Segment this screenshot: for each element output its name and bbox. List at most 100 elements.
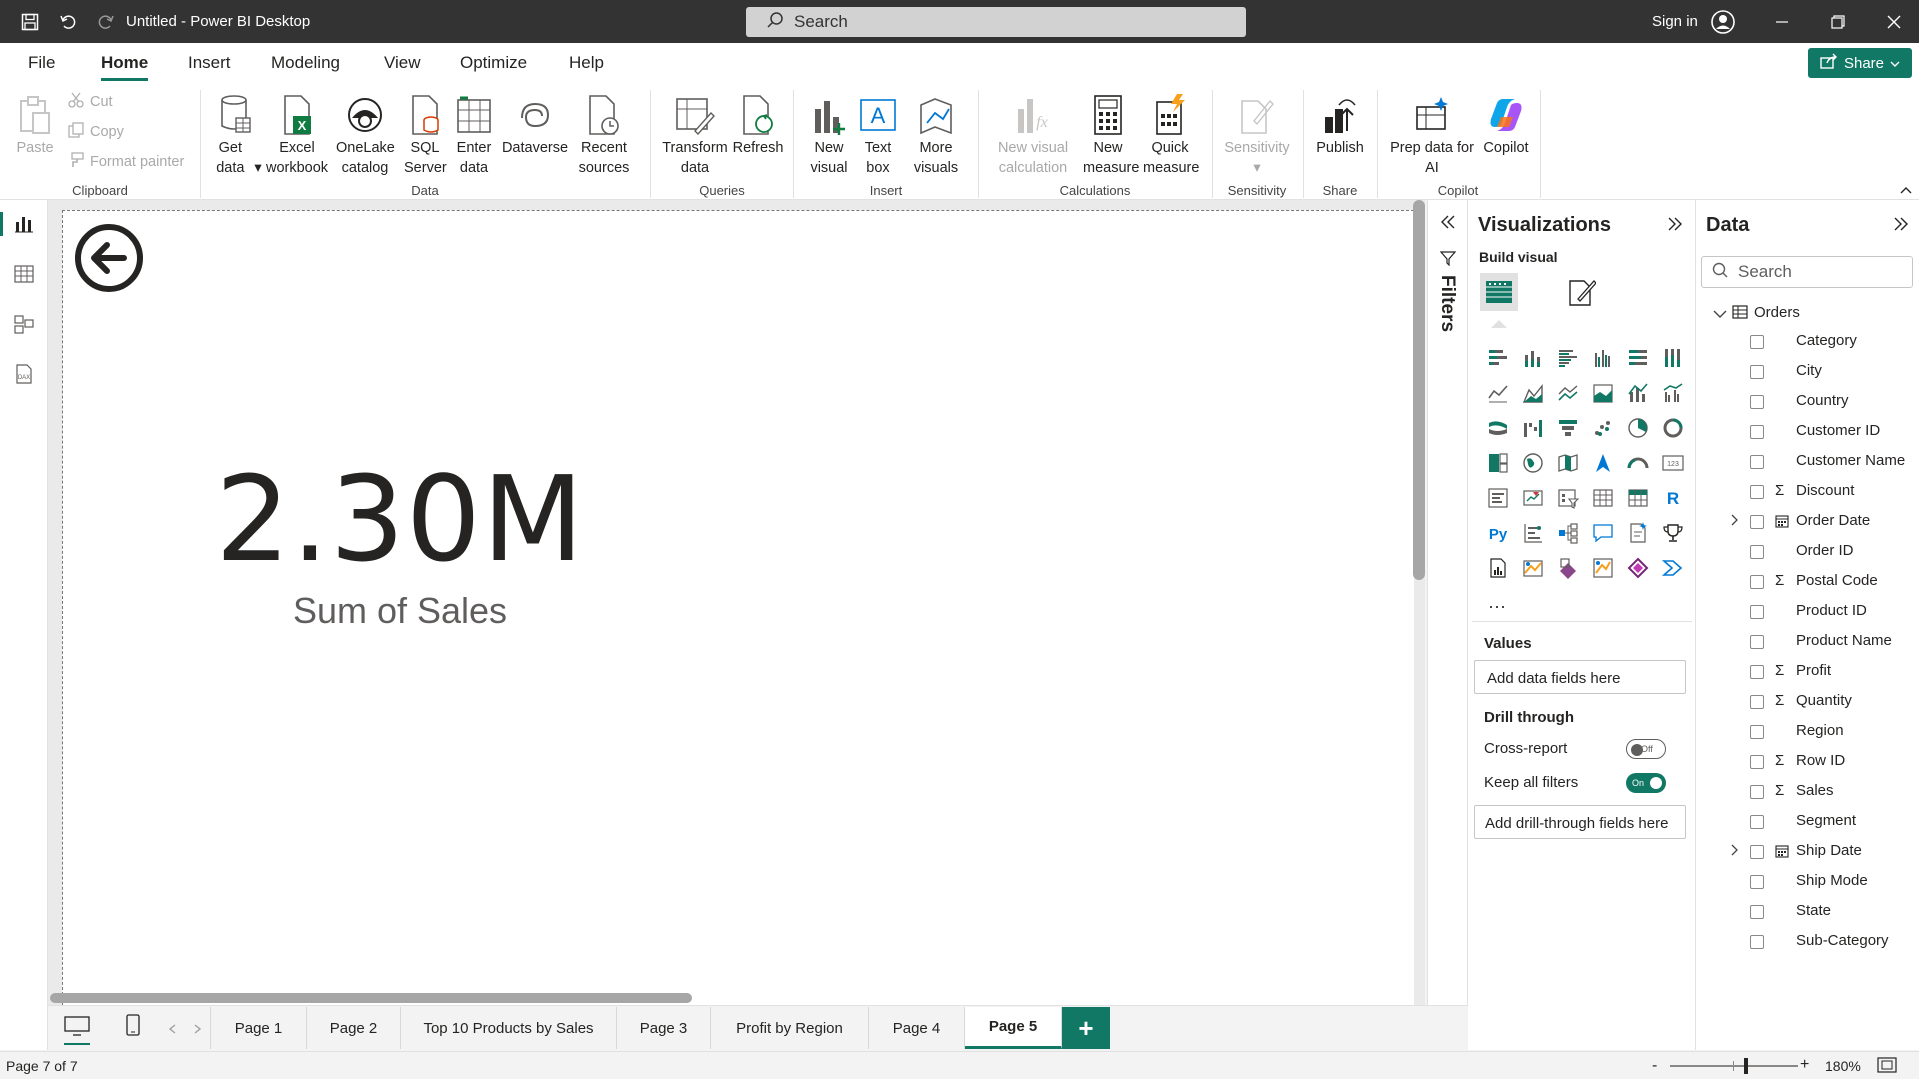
r-script-visual-icon[interactable]: R: [1655, 480, 1690, 515]
data-search-input[interactable]: Search: [1701, 256, 1913, 288]
power-apps-diamond-icon[interactable]: [1620, 550, 1655, 585]
field-checkbox[interactable]: [1750, 545, 1764, 559]
kpi-icon[interactable]: [1515, 480, 1550, 515]
drill-through-field-well[interactable]: Add drill-through fields here: [1474, 805, 1686, 839]
field-name[interactable]: Product Name: [1796, 632, 1892, 649]
save-icon[interactable]: [18, 10, 42, 34]
new-measure-button[interactable]: New measure: [1082, 94, 1139, 178]
field-checkbox[interactable]: [1750, 485, 1764, 499]
share-button[interactable]: Share: [1808, 48, 1912, 78]
field-name[interactable]: Segment: [1796, 812, 1856, 829]
collapse-visualizations-icon[interactable]: [1667, 217, 1683, 234]
menu-view[interactable]: View: [384, 53, 421, 73]
line-chart-icon[interactable]: [1480, 375, 1515, 410]
100-stacked-column-chart-icon[interactable]: [1655, 340, 1690, 375]
new-visual-calculation-button[interactable]: fx New visual calculation: [990, 94, 1076, 178]
horizontal-scrollbar[interactable]: [50, 993, 692, 1003]
goals-trophy-icon[interactable]: [1655, 515, 1690, 550]
model-view-icon[interactable]: [12, 312, 36, 336]
vertical-scrollbar[interactable]: [1413, 200, 1425, 580]
line-and-clustered-column-chart-icon[interactable]: [1655, 375, 1690, 410]
chevron-down-icon[interactable]: [1713, 307, 1727, 322]
publish-button[interactable]: Publish: [1308, 94, 1372, 158]
sql-server-button[interactable]: SQL Server: [400, 94, 450, 178]
enter-data-button[interactable]: Enter data: [450, 94, 498, 178]
field-checkbox[interactable]: [1750, 575, 1764, 589]
transform-data-button[interactable]: Transform data: [660, 94, 730, 178]
page-tab[interactable]: Page 4: [869, 1007, 965, 1049]
values-field-well[interactable]: Add data fields here: [1474, 660, 1686, 694]
ribbon-chart-icon[interactable]: [1480, 410, 1515, 445]
recent-sources-button[interactable]: Recent sources: [570, 94, 638, 178]
field-checkbox[interactable]: [1750, 905, 1764, 919]
cut-button[interactable]: Cut: [68, 92, 113, 112]
menu-insert[interactable]: Insert: [188, 53, 231, 73]
field-name[interactable]: Postal Code: [1796, 572, 1878, 589]
field-checkbox[interactable]: [1750, 755, 1764, 769]
quick-measure-button[interactable]: Quick measure: [1140, 94, 1200, 178]
field-name[interactable]: Order Date: [1796, 512, 1870, 529]
new-visual-button[interactable]: New visual: [806, 94, 852, 178]
field-name[interactable]: Category: [1796, 332, 1857, 349]
cross-report-toggle[interactable]: Off: [1626, 739, 1666, 759]
zoom-slider-track[interactable]: [1670, 1065, 1798, 1067]
field-checkbox[interactable]: [1750, 875, 1764, 889]
map-icon[interactable]: [1515, 445, 1550, 480]
power-automate-flow-icon[interactable]: [1655, 550, 1690, 585]
field-checkbox[interactable]: [1750, 725, 1764, 739]
100-stacked-bar-chart-icon[interactable]: [1620, 340, 1655, 375]
field-checkbox[interactable]: [1750, 455, 1764, 469]
smart-narrative-icon[interactable]: [1620, 515, 1655, 550]
power-automate-icon[interactable]: [1585, 550, 1620, 585]
zoom-in-icon[interactable]: +: [1800, 1056, 1809, 1074]
stacked-bar-chart-icon[interactable]: [1480, 340, 1515, 375]
pie-chart-icon[interactable]: [1620, 410, 1655, 445]
arcgis-map-icon[interactable]: [1515, 550, 1550, 585]
menu-home[interactable]: Home: [101, 53, 149, 81]
menu-file[interactable]: File: [28, 53, 55, 73]
field-checkbox[interactable]: [1750, 425, 1764, 439]
field-name[interactable]: Row ID: [1796, 752, 1845, 769]
mobile-layout-icon[interactable]: [126, 1014, 140, 1039]
copilot-button[interactable]: Copilot: [1478, 94, 1534, 158]
decomposition-tree-icon[interactable]: [1550, 515, 1585, 550]
azure-map-icon[interactable]: [1585, 445, 1620, 480]
card-icon[interactable]: 123: [1655, 445, 1690, 480]
field-name[interactable]: Discount: [1796, 482, 1854, 499]
expand-chevron-icon[interactable]: [1731, 844, 1739, 859]
global-search-box[interactable]: Search: [746, 7, 1246, 37]
add-page-button[interactable]: +: [1062, 1007, 1110, 1049]
field-checkbox[interactable]: [1750, 695, 1764, 709]
qna-visual-icon[interactable]: [1585, 515, 1620, 550]
page-tab[interactable]: Page 2: [307, 1007, 401, 1049]
zoom-slider-thumb[interactable]: [1744, 1058, 1748, 1074]
field-name[interactable]: Ship Mode: [1796, 872, 1868, 889]
field-checkbox[interactable]: [1750, 785, 1764, 799]
slicer-icon[interactable]: [1550, 480, 1585, 515]
treemap-icon[interactable]: [1480, 445, 1515, 480]
field-checkbox[interactable]: [1750, 335, 1764, 349]
paste-button[interactable]: Paste: [10, 94, 60, 158]
gauge-icon[interactable]: [1620, 445, 1655, 480]
waterfall-chart-icon[interactable]: [1515, 410, 1550, 445]
user-avatar-icon[interactable]: [1710, 9, 1736, 35]
clustered-bar-chart-icon[interactable]: [1550, 340, 1585, 375]
field-name[interactable]: Customer ID: [1796, 422, 1880, 439]
field-name[interactable]: Profit: [1796, 662, 1831, 679]
expand-chevron-icon[interactable]: [1731, 514, 1739, 529]
paginated-report-icon[interactable]: [1480, 550, 1515, 585]
next-page-arrow-icon[interactable]: [194, 1022, 202, 1037]
desktop-layout-icon[interactable]: [64, 1016, 90, 1045]
page-tab[interactable]: Page 1: [211, 1007, 307, 1049]
field-name[interactable]: Sales: [1796, 782, 1834, 799]
format-painter-button[interactable]: Format painter: [68, 152, 184, 172]
card-value[interactable]: 2.30M: [200, 450, 600, 588]
undo-icon[interactable]: [56, 10, 80, 34]
stacked-column-chart-icon[interactable]: [1515, 340, 1550, 375]
collapse-data-icon[interactable]: [1893, 217, 1909, 234]
minimize-icon[interactable]: [1770, 10, 1794, 34]
100-stacked-area-chart-icon[interactable]: [1585, 375, 1620, 410]
field-checkbox[interactable]: [1750, 605, 1764, 619]
back-arrow-icon[interactable]: [74, 223, 144, 293]
field-checkbox[interactable]: [1750, 635, 1764, 649]
